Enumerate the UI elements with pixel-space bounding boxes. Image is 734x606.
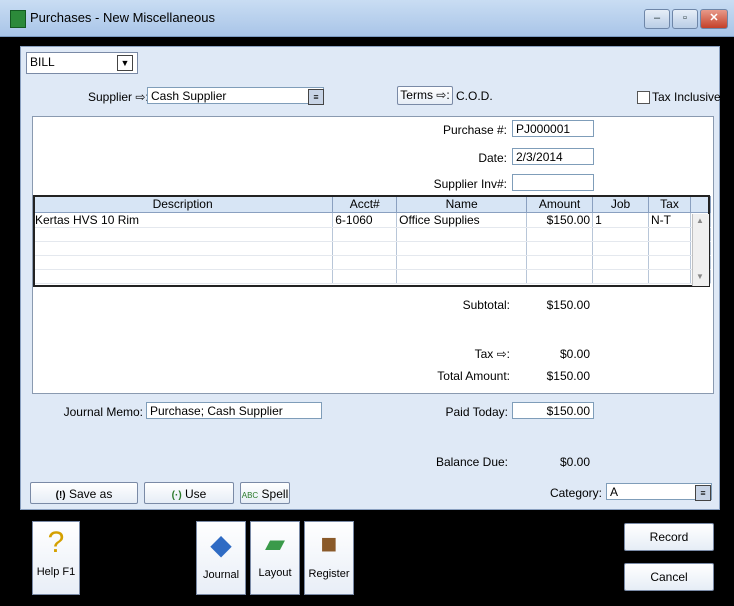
list-icon[interactable]: ≡ <box>695 485 711 501</box>
tax-inclusive-checkbox[interactable] <box>637 91 650 104</box>
spell-button[interactable]: ABC Spell <box>240 482 290 504</box>
paid-today-label: Paid Today: <box>445 405 509 419</box>
layout-button[interactable]: ▰ Layout <box>250 521 300 595</box>
subtotal-value: $150.00 <box>546 298 590 312</box>
cancel-button[interactable]: Cancel <box>624 563 714 591</box>
total-amount-label: Total Amount: <box>437 369 510 383</box>
journal-memo-label: Journal Memo: <box>63 405 143 419</box>
register-button[interactable]: ■ Register <box>304 521 354 595</box>
journal-memo-field[interactable]: Purchase; Cash Supplier <box>146 402 322 419</box>
layout-icon: ▰ <box>265 528 285 558</box>
chevron-down-icon: ▼ <box>117 55 133 71</box>
supplier-inv-label: Supplier Inv#: <box>433 177 507 191</box>
supplier-value: Cash Supplier <box>151 89 227 103</box>
tax-label[interactable]: Tax ⇨: <box>400 347 510 361</box>
window-title: Purchases - New Miscellaneous <box>30 10 215 25</box>
close-button[interactable]: ✕ <box>700 9 728 29</box>
terms-button[interactable]: Terms ⇨: <box>397 86 453 105</box>
supplier-inv-field[interactable] <box>512 174 594 191</box>
total-amount-value: $150.00 <box>546 369 590 383</box>
category-value: A <box>610 485 619 499</box>
date-field[interactable]: 2/3/2014 <box>512 148 594 165</box>
form-type-select[interactable]: BILL ▼ <box>26 52 138 74</box>
purchase-number-field[interactable]: PJ000001 <box>512 120 594 137</box>
scroll-down-icon[interactable]: ▼ <box>696 272 704 281</box>
purchase-number-label: Purchase #: <box>442 123 507 137</box>
tax-inclusive-label: Tax Inclusive <box>652 90 721 104</box>
journal-button[interactable]: ◆ Journal <box>196 521 246 595</box>
tax-value: $0.00 <box>559 347 590 361</box>
form-type-value: BILL <box>30 55 55 69</box>
app-icon <box>10 10 26 28</box>
use-recurring-button[interactable]: (·) Use Recurring <box>144 482 234 525</box>
help-icon: ? <box>47 526 65 559</box>
supplier-label[interactable]: Supplier ⇨: <box>88 90 149 104</box>
terms-value: C.O.D. <box>456 89 493 103</box>
paid-today-field[interactable]: $150.00 <box>512 402 594 419</box>
balance-due-value: $0.00 <box>559 455 590 469</box>
register-icon: ■ <box>320 528 338 559</box>
save-as-recurring-button[interactable]: (!) Save as Recurring <box>30 482 138 525</box>
minimize-button[interactable]: – <box>644 9 670 29</box>
help-button[interactable]: ? Help F1 <box>32 521 80 595</box>
supplier-field[interactable]: Cash Supplier ≡ <box>147 87 324 105</box>
maximize-button[interactable]: ▫ <box>672 9 698 29</box>
category-label: Category: <box>549 486 602 500</box>
subtotal-label: Subtotal: <box>462 298 510 312</box>
journal-icon: ◆ <box>210 529 232 560</box>
list-icon[interactable]: ≡ <box>308 89 324 105</box>
record-button[interactable]: Record <box>624 523 714 551</box>
spell-check-icon: ABC <box>241 491 259 500</box>
table-frame <box>33 195 710 287</box>
use-recurring-icon: (·) <box>171 490 182 501</box>
recurring-icon: (!) <box>55 490 66 501</box>
scroll-up-icon[interactable]: ▲ <box>696 216 704 225</box>
balance-due-label: Balance Due: <box>435 455 508 469</box>
date-label: Date: <box>478 151 507 165</box>
category-field[interactable]: A ≡ <box>606 483 712 501</box>
table-scrollbar[interactable]: ▲ ▼ <box>692 214 709 286</box>
